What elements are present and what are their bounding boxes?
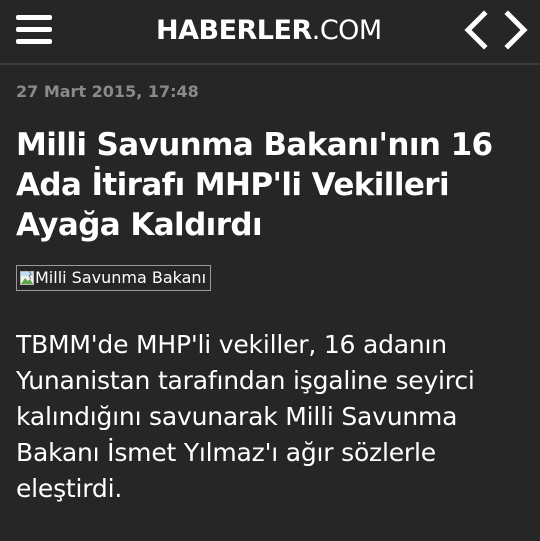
menu-bar-top [16,15,52,20]
article-date: 27 Mart 2015, 17:48 [16,82,199,101]
next-article-button[interactable] [500,10,534,50]
hamburger-menu-icon[interactable] [16,15,52,45]
previous-article-button[interactable] [458,10,492,50]
top-bar: HABERLER.COM [0,0,540,62]
image-alt-text: Milli Savunma Bakanı [35,268,207,287]
chevron-right-icon [504,10,528,50]
article-image[interactable]: Milli Savunma Bakanı [16,265,212,291]
header-divider [0,63,540,65]
site-logo[interactable]: HABERLER.COM [156,14,388,48]
article-content: 27 Mart 2015, 17:48 Milli Savunma Bakanı… [16,80,526,532]
menu-bar-middle [16,27,52,32]
menu-bar-bottom [16,39,52,44]
article-summary: TBMM'de MHP'li vekiller, 16 adanın Yunan… [16,330,475,503]
article-title: Milli Savunma Bakanı'nın 16 Ada İtirafı … [16,127,493,243]
logo-main-text: HABERLER [156,15,312,46]
logo-tld-text: .COM [311,15,382,46]
chevron-left-icon [464,10,488,50]
broken-image-icon [20,270,34,285]
